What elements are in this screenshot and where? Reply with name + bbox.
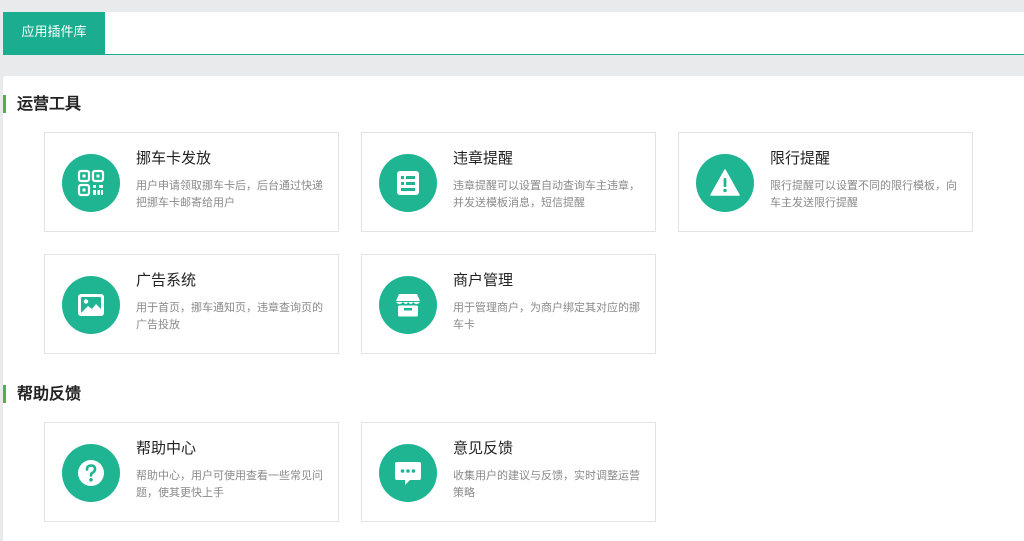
card-title: 意见反馈 [453, 439, 514, 457]
card-violation-reminder[interactable]: 违章提醒 违章提醒可以设置自动查询车主违章，并发送模板消息，短信提醒 [361, 132, 656, 232]
qr-code-icon [62, 154, 120, 212]
card-traffic-restriction-reminder[interactable]: 限行提醒 限行提醒可以设置不同的限行模板，向车主发送限行提醒 [678, 132, 973, 232]
question-icon [62, 444, 120, 502]
card-title: 挪车卡发放 [136, 149, 212, 167]
card-description: 违章提醒可以设置自动查询车主违章，并发送模板消息，短信提醒 [453, 179, 640, 209]
top-tab-bar: 应用插件库 [3, 12, 1024, 55]
card-title: 广告系统 [136, 271, 197, 289]
card-title: 帮助中心 [136, 439, 197, 457]
card-parking-card-issue[interactable]: 挪车卡发放 用户申请领取挪车卡后，后台通过快递把挪车卡邮寄给用户 [44, 132, 339, 232]
tab-app-plugin-library[interactable]: 应用插件库 [3, 12, 105, 54]
main-panel: 运营工具 挪车卡发放 用户申请领取挪车卡后，后台通过快递把挪车卡邮寄给用户 违章… [3, 76, 1024, 541]
notice-list-icon [379, 154, 437, 212]
image-icon [62, 276, 120, 334]
card-feedback[interactable]: 意见反馈 收集用户的建议与反馈，实时调整运营策略 [361, 422, 656, 522]
card-description: 限行提醒可以设置不同的限行模板，向车主发送限行提醒 [770, 179, 957, 209]
warning-icon [696, 154, 754, 212]
card-merchant-management[interactable]: 商户管理 用于管理商户，为商户绑定其对应的挪车卡 [361, 254, 656, 354]
section-title-help-feedback: 帮助反馈 [3, 385, 81, 403]
section-title-operations: 运营工具 [3, 95, 81, 113]
card-description: 帮助中心，用户可使用查看一些常见问题，使其更快上手 [136, 469, 323, 499]
card-ad-system[interactable]: 广告系统 用于首页，挪车通知页，违章查询页的广告投放 [44, 254, 339, 354]
card-description: 用于首页，挪车通知页，违章查询页的广告投放 [136, 301, 323, 331]
card-description: 用于管理商户，为商户绑定其对应的挪车卡 [453, 301, 640, 331]
card-title: 商户管理 [453, 271, 514, 289]
chat-bubble-icon [379, 444, 437, 502]
card-title: 限行提醒 [770, 149, 831, 167]
store-icon [379, 276, 437, 334]
card-help-center[interactable]: 帮助中心 帮助中心，用户可使用查看一些常见问题，使其更快上手 [44, 422, 339, 522]
card-title: 违章提醒 [453, 149, 514, 167]
card-description: 收集用户的建议与反馈，实时调整运营策略 [453, 469, 640, 499]
card-description: 用户申请领取挪车卡后，后台通过快递把挪车卡邮寄给用户 [136, 179, 323, 209]
